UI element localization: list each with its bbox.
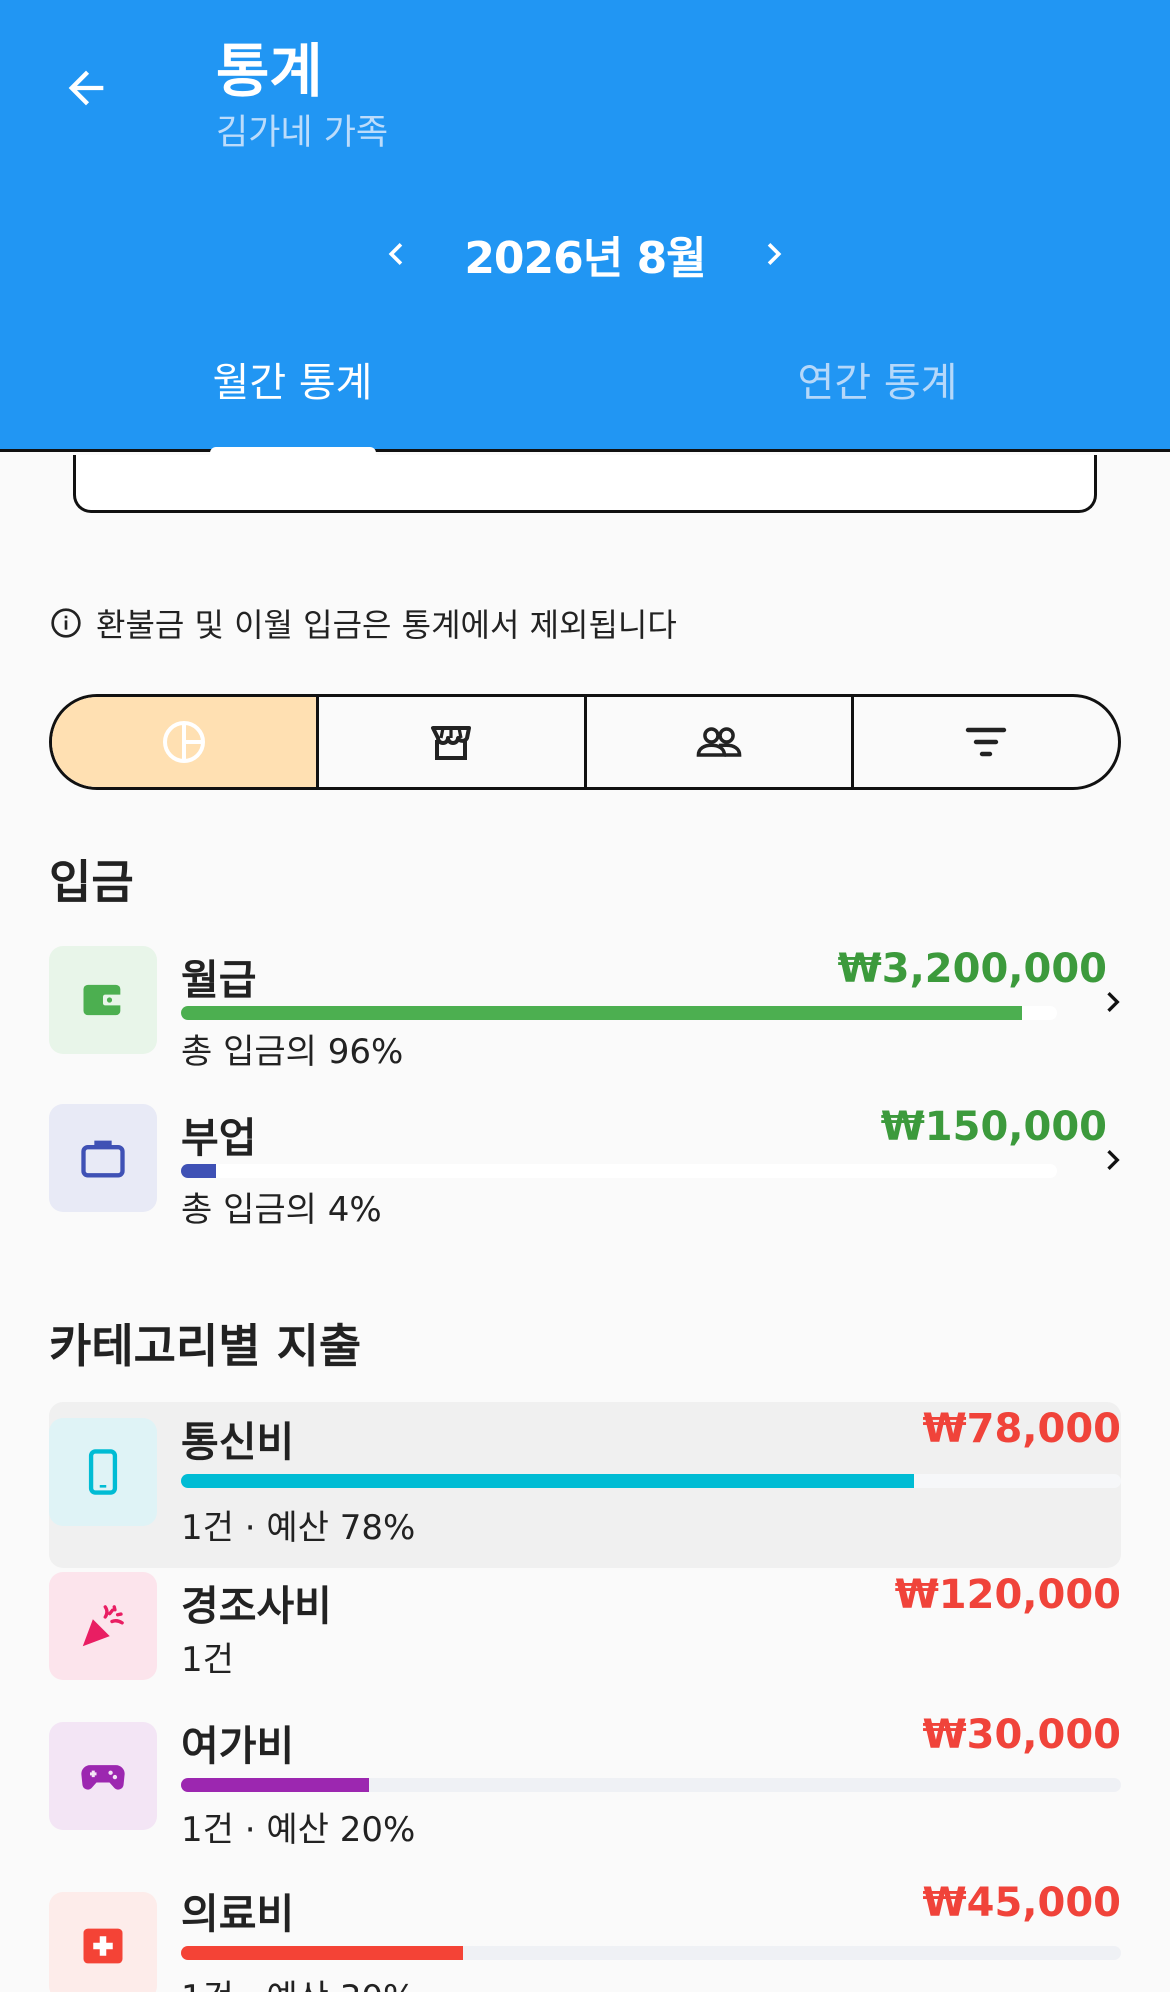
- expense-icon-box: [49, 1722, 157, 1830]
- expense-bar-fill: [181, 1778, 369, 1792]
- expense-section-title: 카테고리별 지출: [49, 1319, 362, 1373]
- tab-monthly[interactable]: 월간 통계: [0, 350, 585, 450]
- expense-bar: [181, 1778, 1121, 1792]
- people-icon: [696, 727, 741, 757]
- filter-icon: [965, 727, 1007, 757]
- expense-detail: 1건: [181, 1640, 234, 1680]
- next-month-button[interactable]: [742, 222, 806, 286]
- briefcase-icon: [81, 1140, 125, 1178]
- expense-row-leisure[interactable]: 여가비 ₩30,000 1건 · 예산 20%: [49, 1712, 1121, 1862]
- expense-icon-box: [49, 1572, 157, 1680]
- income-icon-box: [49, 946, 157, 1054]
- expense-name: 여가비: [181, 1722, 295, 1770]
- expense-detail: 1건 · 예산 30%: [181, 1970, 415, 1992]
- view-toggle: [49, 694, 1121, 790]
- income-row-salary[interactable]: 월급 ₩3,200,000 총 입금의 96%: [49, 946, 1121, 1072]
- view-member-button[interactable]: [587, 697, 854, 787]
- pie-chart-icon: [163, 721, 206, 763]
- app-header: 통계 김가네 가족 2026년 8월 월간 통계 연간 통계: [0, 0, 1170, 459]
- view-store-button[interactable]: [319, 697, 587, 787]
- expense-name: 통신비: [181, 1418, 295, 1466]
- income-detail-button[interactable]: [1093, 982, 1133, 1022]
- back-button[interactable]: [54, 56, 118, 120]
- wallet-icon: [83, 984, 123, 1016]
- notice: 환불금 및 이월 입금은 통계에서 제외됩니다: [50, 600, 677, 646]
- expense-amount: ₩45,000: [922, 1880, 1121, 1926]
- expense-row-medical[interactable]: 의료비 ₩45,000 1건 · 예산 30%: [49, 1880, 1121, 1992]
- expense-name: 의료비: [181, 1890, 295, 1938]
- tab-yearly-label: 연간 통계: [797, 360, 958, 406]
- income-share: 총 입금의 4%: [181, 1190, 382, 1230]
- current-month: 2026년 8월: [464, 233, 706, 284]
- expense-detail: 1건 · 예산 20%: [181, 1810, 416, 1850]
- store-icon: [431, 726, 472, 760]
- chevron-right-icon: [1107, 992, 1120, 1012]
- arrow-left-icon: [68, 70, 104, 106]
- info-icon: [51, 608, 81, 638]
- view-category-button[interactable]: [52, 697, 320, 787]
- chevron-left-icon: [388, 243, 403, 265]
- tab-yearly[interactable]: 연간 통계: [585, 350, 1170, 450]
- income-icon-box: [49, 1104, 157, 1212]
- stats-tabs: 월간 통계 연간 통계: [0, 350, 1170, 450]
- page-subtitle: 김가네 가족: [216, 113, 389, 153]
- income-bar-fill: [181, 1164, 217, 1178]
- month-navigator: 2026년 8월: [0, 222, 1170, 286]
- prev-month-button[interactable]: [364, 222, 428, 286]
- income-row-sidejob[interactable]: 부업 ₩150,000 총 입금의 4%: [49, 1104, 1121, 1230]
- expense-bar: [181, 1946, 1121, 1960]
- notice-text: 환불금 및 이월 입금은 통계에서 제외됩니다: [96, 606, 677, 644]
- income-amount: ₩3,200,000: [837, 946, 1107, 992]
- expense-name: 경조사비: [181, 1582, 332, 1630]
- gamepad-icon: [81, 1765, 125, 1790]
- expense-amount: ₩30,000: [922, 1712, 1121, 1758]
- income-bar: [181, 1006, 1057, 1020]
- chevron-right-icon: [767, 243, 782, 265]
- expense-bar: [181, 1474, 1121, 1488]
- medical-icon: [83, 1928, 123, 1964]
- expense-amount: ₩78,000: [922, 1406, 1121, 1452]
- expense-bar-fill: [181, 1946, 463, 1960]
- expense-amount: ₩120,000: [894, 1572, 1121, 1618]
- income-name: 부업: [181, 1114, 257, 1162]
- phone-icon: [88, 1449, 118, 1495]
- income-bar: [181, 1164, 1057, 1178]
- tab-monthly-label: 월간 통계: [212, 360, 373, 406]
- expense-bar-fill: [181, 1474, 915, 1488]
- expense-row-telecom[interactable]: 통신비 ₩78,000 1건 · 예산 78%: [49, 1406, 1121, 1568]
- expense-icon-box: [49, 1418, 157, 1526]
- income-bar-fill: [181, 1006, 1022, 1020]
- party-popper-icon: [82, 1605, 124, 1647]
- income-section-title: 입금: [49, 855, 134, 909]
- page-title: 통계: [216, 37, 323, 105]
- income-share: 총 입금의 96%: [181, 1032, 404, 1072]
- summary-card: [73, 455, 1097, 513]
- income-name: 월급: [181, 956, 257, 1004]
- chevron-right-icon: [1107, 1150, 1120, 1170]
- expense-row-events[interactable]: 경조사비 ₩120,000 1건: [49, 1572, 1121, 1692]
- income-amount: ₩150,000: [880, 1104, 1107, 1150]
- expense-icon-box: [49, 1892, 157, 1992]
- view-filter-button[interactable]: [854, 697, 1118, 787]
- expense-detail: 1건 · 예산 78%: [181, 1508, 416, 1548]
- income-detail-button[interactable]: [1093, 1140, 1133, 1180]
